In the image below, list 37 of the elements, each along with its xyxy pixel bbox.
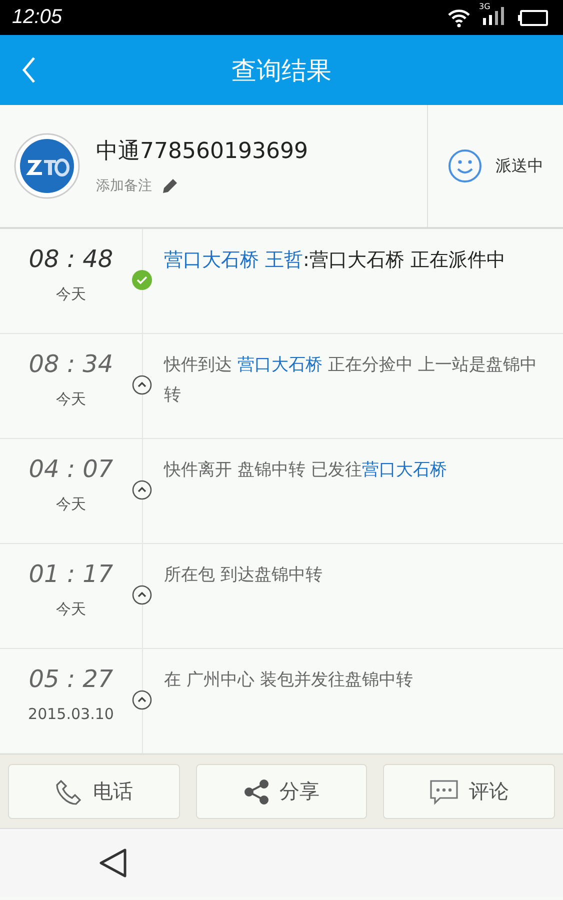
event-time: 08 : 34 [28, 350, 114, 378]
delivery-status: 派送中 [496, 156, 544, 176]
chevron-up-icon[interactable] [132, 690, 152, 710]
chevron-up-icon[interactable] [132, 480, 152, 500]
event-description: 快件离开 盘锦中转 已发往营口大石桥 [162, 459, 448, 482]
wifi-icon [447, 8, 471, 28]
chevron-left-icon [21, 56, 37, 84]
network-type: 3G [479, 2, 490, 10]
smiley-icon [448, 149, 482, 183]
event-date: 今天 [56, 600, 86, 619]
event-date: 今天 [56, 390, 86, 409]
event-time: 05 : 27 [28, 665, 114, 693]
back-nav-icon[interactable] [98, 847, 128, 879]
share-icon [244, 778, 270, 804]
comment-icon [429, 778, 460, 806]
event-date: 2015.03.10 [28, 705, 114, 723]
event-time: 08 : 48 [28, 245, 114, 273]
battery-icon [517, 8, 549, 26]
tracking-number: 中通778560193699 [96, 138, 308, 166]
event-description: 营口大石桥 王哲:营口大石桥 正在派件中 [163, 248, 506, 273]
page-title: 查询结果 [230, 54, 332, 86]
comment-button[interactable]: 评论 [383, 764, 556, 819]
clock-time: 12:05 [12, 6, 62, 29]
event-time: 04 : 07 [28, 455, 114, 483]
phone-icon [54, 778, 83, 806]
pencil-icon [160, 176, 180, 196]
event-description: 快件到达 营口大石桥 正在分捡中 上一站是盘锦中转 [162, 354, 538, 407]
share-button[interactable]: 分享 [196, 764, 368, 819]
event-description: 在 广州中心 装包并发往盘锦中转 [163, 669, 414, 692]
phone-button[interactable]: 电话 [8, 764, 180, 819]
chevron-up-icon[interactable] [132, 375, 152, 395]
event-time: 01 : 17 [28, 560, 114, 588]
chevron-up-icon[interactable] [132, 585, 152, 605]
courier-logo [14, 133, 80, 199]
event-description: 所在包 到达盘锦中转 [163, 564, 324, 587]
event-date: 今天 [56, 285, 86, 304]
event-date: 今天 [56, 495, 86, 514]
